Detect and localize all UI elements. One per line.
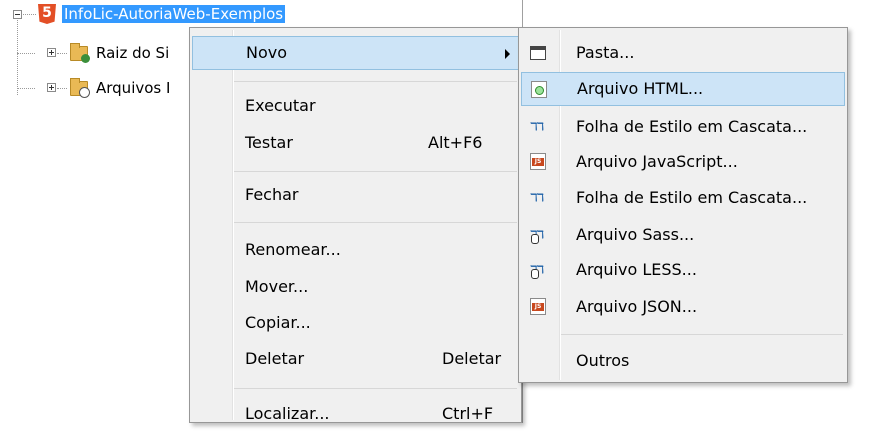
folder-search-icon	[70, 78, 90, 98]
submenu-item-json[interactable]: Arquivo JSON...	[521, 290, 845, 324]
menu-item-label: Fechar	[245, 185, 299, 204]
menu-item-testar[interactable]: Testar Alt+F6	[192, 126, 519, 160]
tree-line	[17, 88, 35, 89]
menu-separator	[234, 222, 517, 223]
menu-item-label: Renomear...	[245, 240, 341, 259]
collapse-project-icon[interactable]	[13, 10, 22, 19]
context-menu: Novo Executar Testar Alt+F6 Fechar Renom…	[189, 27, 522, 423]
magnifier-icon	[79, 87, 90, 98]
menu-item-label: Executar	[245, 96, 316, 115]
submenu-arrow-icon	[505, 49, 510, 59]
menu-separator	[234, 171, 517, 172]
folder-globe-icon	[70, 43, 90, 63]
menu-item-label: Novo	[246, 43, 288, 62]
menu-item-label: Copiar...	[245, 313, 311, 332]
menu-item-deletar[interactable]: Deletar Deletar	[192, 342, 519, 376]
menu-separator	[561, 334, 843, 335]
tree-line	[17, 53, 35, 54]
menu-item-shortcut: Deletar	[442, 349, 502, 368]
menu-item-label: Localizar...	[245, 404, 330, 423]
submenu-item-sass[interactable]: ℸℸ Arquivo Sass...	[521, 218, 845, 252]
javascript-file-icon	[530, 153, 546, 170]
css-file-icon: ℸℸ	[530, 191, 544, 204]
submenu-item-pasta[interactable]: Pasta...	[521, 36, 845, 70]
menu-item-label: Arquivo JavaScript...	[576, 152, 738, 171]
menu-item-label: Testar	[245, 133, 293, 152]
tree-line	[57, 53, 67, 54]
menu-separator	[234, 388, 517, 389]
json-file-icon	[530, 298, 546, 315]
tree-line	[57, 88, 67, 89]
sass-file-icon: ℸℸ	[530, 226, 546, 244]
submenu-item-less[interactable]: ℸℸ Arquivo LESS...	[521, 253, 845, 287]
menu-item-shortcut: Alt+F6	[428, 133, 483, 152]
submenu-item-css-2[interactable]: ℸℸ Folha de Estilo em Cascata...	[521, 181, 845, 215]
tree-node-label[interactable]: Raiz do Si	[96, 44, 169, 62]
folder-icon	[530, 46, 546, 60]
tree-node-label[interactable]: Arquivos I	[96, 79, 170, 97]
submenu-item-css-1[interactable]: ℸℸ Folha de Estilo em Cascata...	[521, 110, 845, 144]
expand-raiz-icon[interactable]	[47, 48, 56, 57]
menu-item-label: Arquivo JSON...	[576, 297, 698, 316]
submenu-item-javascript[interactable]: Arquivo JavaScript...	[521, 145, 845, 179]
submenu-item-arquivo-html[interactable]: Arquivo HTML...	[521, 72, 845, 106]
menu-item-label: Arquivo LESS...	[576, 260, 697, 279]
menu-item-label: Mover...	[245, 277, 309, 296]
menu-item-label: Outros	[576, 351, 630, 370]
menu-item-fechar[interactable]: Fechar	[192, 178, 519, 212]
tree-line	[17, 20, 18, 95]
submenu-item-outros[interactable]: Outros	[521, 344, 845, 378]
expand-arquivos-icon[interactable]	[47, 83, 56, 92]
submenu-novo: Pasta... Arquivo HTML... ℸℸ Folha de Est…	[518, 27, 848, 383]
tree-line	[23, 14, 36, 15]
menu-item-label: Arquivo Sass...	[576, 225, 695, 244]
project-node-label[interactable]: InfoLic-AutoriaWeb-Exemplos	[62, 5, 286, 23]
menu-item-label: Folha de Estilo em Cascata...	[576, 117, 808, 136]
globe-icon	[81, 54, 90, 63]
menu-item-renomear[interactable]: Renomear...	[192, 233, 519, 267]
menu-item-executar[interactable]: Executar	[192, 89, 519, 123]
css-file-icon: ℸℸ	[530, 120, 544, 133]
menu-item-label: Folha de Estilo em Cascata...	[576, 188, 808, 207]
less-file-icon: ℸℸ	[530, 261, 546, 279]
menu-item-localizar[interactable]: Localizar... Ctrl+F	[192, 397, 519, 431]
menu-item-copiar[interactable]: Copiar...	[192, 306, 519, 340]
html5-icon: 5	[38, 4, 56, 24]
menu-item-mover[interactable]: Mover...	[192, 270, 519, 304]
menu-item-label: Deletar	[245, 349, 305, 368]
menu-item-shortcut: Ctrl+F	[442, 404, 494, 423]
menu-item-label: Arquivo HTML...	[577, 79, 704, 98]
menu-item-novo[interactable]: Novo	[192, 36, 519, 70]
menu-item-label: Pasta...	[576, 43, 635, 62]
html-file-icon	[531, 81, 547, 98]
menu-separator	[234, 81, 517, 82]
